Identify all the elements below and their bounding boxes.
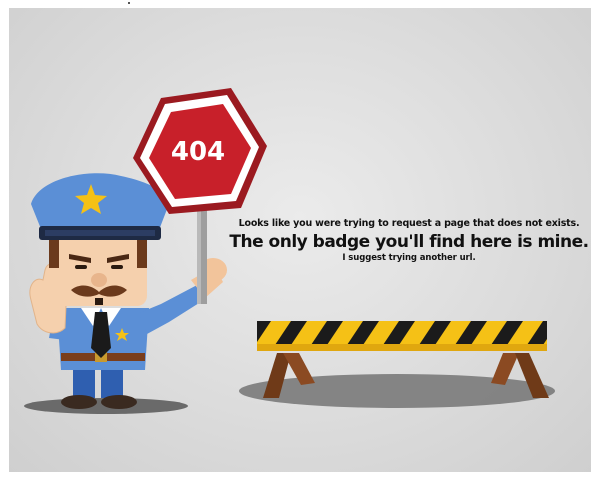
error-message-block: Looks like you were trying to request a … — [219, 218, 591, 264]
policeman-nose — [91, 273, 107, 287]
policeman-arm-right-sleeve — [139, 284, 207, 334]
policeman-hat-crown — [31, 173, 169, 234]
error-code-label: 404 — [171, 137, 225, 167]
barrier-beam-edge — [257, 344, 547, 351]
policeman-head — [49, 234, 147, 306]
policeman-mouth — [95, 298, 103, 305]
error-message-line1: Looks like you were trying to request a … — [238, 218, 580, 229]
policeman-hat-band — [45, 230, 155, 236]
barrier-shadow — [239, 374, 555, 408]
eye-right — [111, 265, 123, 269]
error-page-canvas: 404 Looks like you were trying to reques… — [9, 8, 591, 472]
policeman-shoe-left — [61, 395, 97, 409]
policeman-hair-left — [49, 240, 59, 268]
error-message-headline: The only badge you'll find here is mine. — [229, 232, 589, 252]
tiny-artifact-dot — [128, 2, 130, 4]
eye-left — [75, 265, 87, 269]
policeman-hair-right — [137, 240, 147, 268]
error-message-suggestion: I suggest trying another url. — [342, 253, 476, 263]
policeman-shoe-right — [101, 395, 137, 409]
